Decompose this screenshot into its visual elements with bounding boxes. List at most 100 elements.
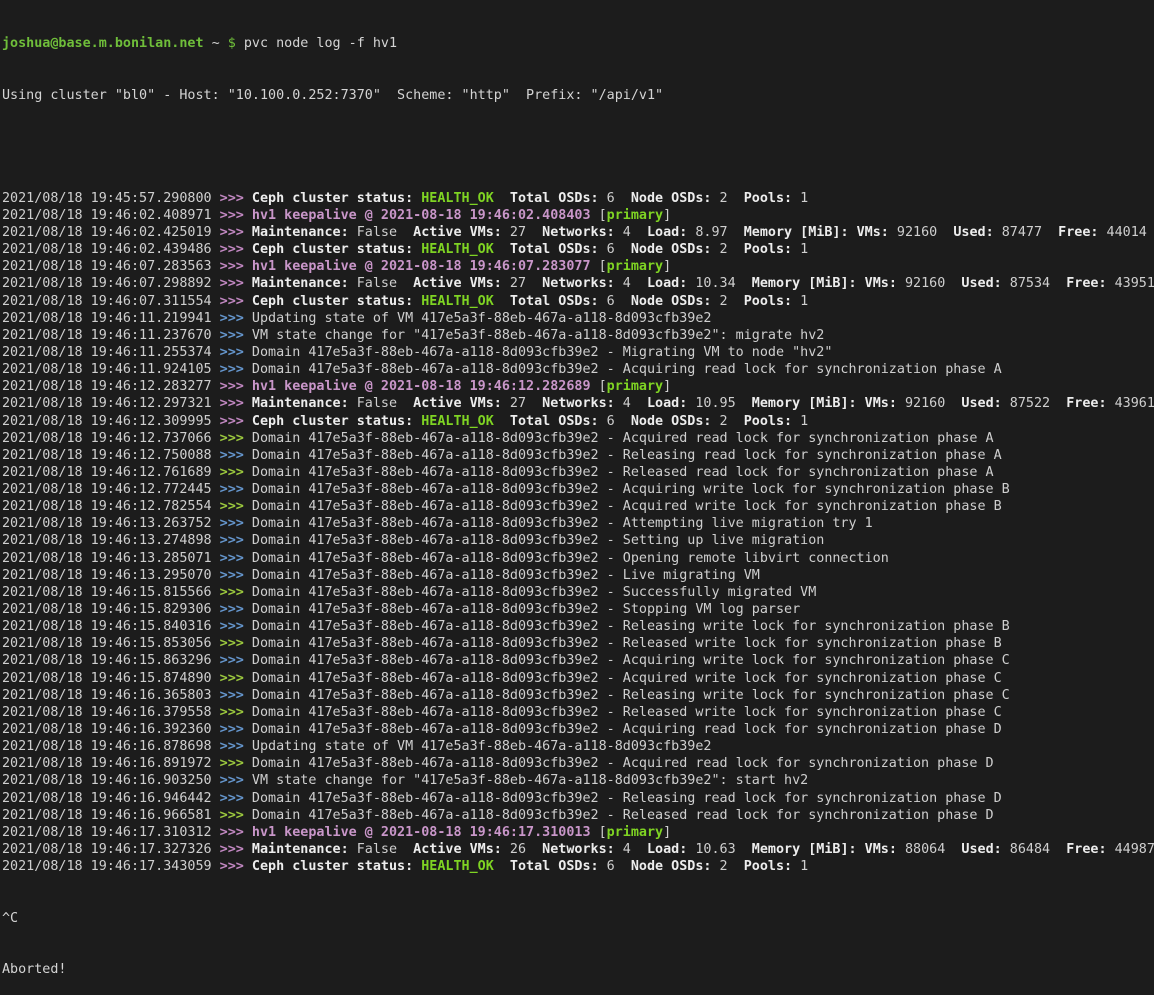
log-segment: HEALTH_OK: [421, 859, 494, 874]
log-line: 2021/08/18 19:46:15.815566 >>> Domain 41…: [2, 584, 1154, 601]
log-segment: Domain 417e5a3f-88eb-467a-a118-8d093cfb3…: [252, 568, 760, 583]
log-segment: Active VMs:: [413, 842, 502, 857]
log-line: 2021/08/18 19:46:12.761689 >>> Domain 41…: [2, 464, 1154, 481]
log-segment: VMs:: [865, 276, 897, 291]
log-segment: Pools:: [744, 414, 792, 429]
log-segment: 43961: [1107, 396, 1154, 411]
log-segment: 27: [502, 225, 542, 240]
log-segment: 87477: [994, 225, 1059, 240]
log-arrow-icon: >>>: [220, 688, 252, 703]
log-timestamp: 2021/08/18 19:46:07.298892: [2, 276, 220, 291]
log-segment: Networks:: [542, 396, 615, 411]
log-timestamp: 2021/08/18 19:46:15.815566: [2, 585, 220, 600]
log-arrow-icon: >>>: [220, 705, 252, 720]
log-segment: hv1 keepalive @ 2021-08-18 19:46:12.2826…: [252, 379, 591, 394]
log-segment: VMs:: [865, 396, 897, 411]
log-segment: Domain 417e5a3f-88eb-467a-a118-8d093cfb3…: [252, 448, 1002, 463]
log-segment: HEALTH_OK: [421, 294, 494, 309]
log-segment: VMs:: [857, 225, 889, 240]
log-segment: 87534: [1002, 276, 1067, 291]
log-arrow-icon: >>>: [220, 499, 252, 514]
terminal-window[interactable]: joshua@base.m.bonilan.net ~ $ pvc node l…: [0, 0, 1154, 774]
log-arrow-icon: >>>: [220, 294, 252, 309]
log-arrow-icon: >>>: [220, 276, 252, 291]
log-segment: Used:: [961, 842, 1001, 857]
log-line: 2021/08/18 19:46:02.408971 >>> hv1 keepa…: [2, 207, 1154, 224]
log-segment: hv1 keepalive @ 2021-08-18 19:46:17.3100…: [252, 825, 591, 840]
log-segment: Total OSDs:: [510, 414, 599, 429]
log-timestamp: 2021/08/18 19:46:02.439486: [2, 242, 220, 257]
log-segment: ]: [663, 259, 671, 274]
log-segment: 10.34: [687, 276, 752, 291]
log-segment: 8.97: [687, 225, 743, 240]
log-segment: Total OSDs:: [510, 191, 599, 206]
log-line: 2021/08/18 19:46:07.311554 >>> Ceph clus…: [2, 293, 1154, 310]
log-segment: [857, 276, 865, 291]
log-segment: Load:: [647, 396, 687, 411]
log-timestamp: 2021/08/18 19:46:13.263752: [2, 516, 220, 531]
log-line: 2021/08/18 19:46:11.255374 >>> Domain 41…: [2, 344, 1154, 361]
log-segment: ]: [663, 379, 671, 394]
log-segment: Updating state of VM 417e5a3f-88eb-467a-…: [252, 739, 712, 754]
log-arrow-icon: >>>: [220, 414, 252, 429]
log-segment: Load:: [647, 842, 687, 857]
aborted-line: Aborted!: [2, 961, 1154, 978]
log-timestamp: 2021/08/18 19:46:11.237670: [2, 328, 220, 343]
log-segment: Updating state of VM 417e5a3f-88eb-467a-…: [252, 311, 712, 326]
log-line: 2021/08/18 19:46:12.283277 >>> hv1 keepa…: [2, 378, 1154, 395]
log-timestamp: 2021/08/18 19:46:16.891972: [2, 756, 220, 771]
log-segment: Total OSDs:: [510, 294, 599, 309]
log-arrow-icon: >>>: [220, 791, 252, 806]
log-segment: 2: [711, 414, 743, 429]
log-timestamp: 2021/08/18 19:46:16.966581: [2, 808, 220, 823]
log-timestamp: 2021/08/18 19:46:16.365803: [2, 688, 220, 703]
log-segment: Ceph cluster status:: [252, 414, 413, 429]
log-arrow-icon: >>>: [220, 379, 252, 394]
log-timestamp: 2021/08/18 19:46:12.297321: [2, 396, 220, 411]
log-segment: 2: [711, 191, 743, 206]
log-segment: 2: [711, 859, 743, 874]
log-arrow-icon: >>>: [220, 842, 252, 857]
log-line: 2021/08/18 19:46:15.829306 >>> Domain 41…: [2, 601, 1154, 618]
log-segment: 1: [792, 859, 808, 874]
log-segment: Memory [MiB]:: [752, 842, 857, 857]
log-arrow-icon: >>>: [220, 482, 252, 497]
log-segment: Total OSDs:: [510, 859, 599, 874]
log-segment: Maintenance:: [252, 276, 349, 291]
log-arrow-icon: >>>: [220, 653, 252, 668]
log-timestamp: 2021/08/18 19:46:16.878698: [2, 739, 220, 754]
log-line: 2021/08/18 19:46:02.439486 >>> Ceph clus…: [2, 241, 1154, 258]
log-segment: Active VMs:: [413, 276, 502, 291]
log-segment: 44987: [1107, 842, 1154, 857]
log-arrow-icon: >>>: [220, 465, 252, 480]
log-segment: 92160: [897, 396, 962, 411]
log-segment: VM state change for "417e5a3f-88eb-467a-…: [252, 773, 808, 788]
log-segment: Domain 417e5a3f-88eb-467a-a118-8d093cfb3…: [252, 602, 800, 617]
log-segment: HEALTH_OK: [421, 414, 494, 429]
log-timestamp: 2021/08/18 19:45:57.290800: [2, 191, 220, 206]
log-segment: 10.63: [687, 842, 752, 857]
log-segment: False: [349, 842, 414, 857]
log-segment: Free:: [1066, 842, 1106, 857]
prompt-command: pvc node log -f hv1: [244, 36, 397, 51]
log-segment: [494, 191, 510, 206]
log-arrow-icon: >>>: [220, 619, 252, 634]
log-arrow-icon: >>>: [220, 825, 252, 840]
log-arrow-icon: >>>: [220, 808, 252, 823]
log-arrow-icon: >>>: [220, 396, 252, 411]
log-segment: 87522: [1002, 396, 1067, 411]
log-timestamp: 2021/08/18 19:46:11.255374: [2, 345, 220, 360]
log-arrow-icon: >>>: [220, 585, 252, 600]
log-segment: Pools:: [744, 191, 792, 206]
log-arrow-icon: >>>: [220, 533, 252, 548]
log-segment: Domain 417e5a3f-88eb-467a-a118-8d093cfb3…: [252, 636, 1002, 651]
log-timestamp: 2021/08/18 19:46:07.311554: [2, 294, 220, 309]
log-timestamp: 2021/08/18 19:46:02.425019: [2, 225, 220, 240]
log-timestamp: 2021/08/18 19:46:16.379558: [2, 705, 220, 720]
log-segment: Pools:: [744, 859, 792, 874]
log-segment: Ceph cluster status:: [252, 242, 413, 257]
log-segment: False: [349, 276, 414, 291]
log-line: 2021/08/18 19:46:15.863296 >>> Domain 41…: [2, 652, 1154, 669]
log-segment: 4: [615, 396, 647, 411]
log-segment: Maintenance:: [252, 225, 349, 240]
